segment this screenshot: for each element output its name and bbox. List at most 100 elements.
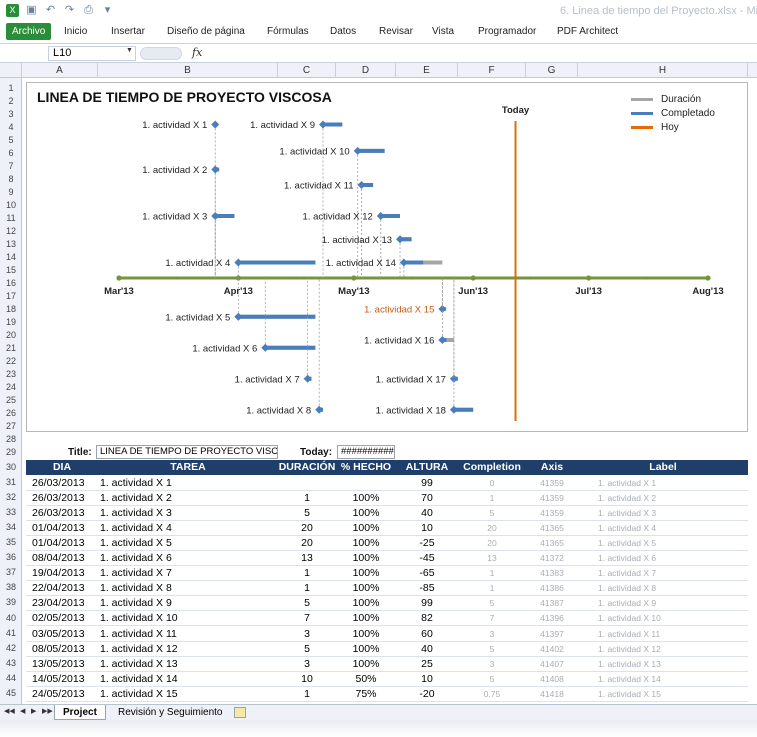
- row-header-24[interactable]: 24: [0, 382, 22, 395]
- tab-pdf-architect[interactable]: PDF Architect: [557, 26, 618, 37]
- cell-tarea[interactable]: 1. actividad X 6: [100, 551, 276, 566]
- row-header-21[interactable]: 21: [0, 343, 22, 356]
- tab-formulas[interactable]: Fórmulas: [267, 26, 309, 37]
- cell-dia[interactable]: 02/05/2013: [32, 611, 98, 626]
- row-header-12[interactable]: 12: [0, 226, 22, 239]
- tab-inicio[interactable]: Inicio: [64, 26, 87, 37]
- cell-dia[interactable]: 23/04/2013: [32, 596, 98, 611]
- tab-diseno-pagina[interactable]: Diseño de página: [167, 26, 245, 37]
- row-header-35[interactable]: 35: [0, 535, 22, 550]
- cell-duracion[interactable]: 5: [278, 596, 336, 611]
- cell-label[interactable]: 1. actividad X 9: [598, 596, 757, 611]
- column-header-f[interactable]: F: [458, 63, 526, 78]
- tab-programador[interactable]: Programador: [478, 26, 536, 37]
- cell-duracion[interactable]: 1: [278, 687, 336, 702]
- cell-tarea[interactable]: 1. actividad X 1: [100, 476, 276, 491]
- cell-label[interactable]: 1. actividad X 12: [598, 642, 757, 657]
- row-header-8[interactable]: 8: [0, 174, 22, 187]
- column-header-e[interactable]: E: [396, 63, 458, 78]
- cell-duracion[interactable]: 5: [278, 642, 336, 657]
- row-header-15[interactable]: 15: [0, 265, 22, 278]
- tab-vista[interactable]: Vista: [432, 26, 454, 37]
- row-header-36[interactable]: 36: [0, 550, 22, 565]
- cell-dia[interactable]: 19/04/2013: [32, 566, 98, 581]
- row-header-4[interactable]: 4: [0, 122, 22, 135]
- cell-completion[interactable]: 1: [458, 581, 526, 596]
- row-header-30[interactable]: 30: [0, 460, 22, 475]
- column-header-c[interactable]: C: [278, 63, 336, 78]
- cell-axis[interactable]: 41407: [526, 657, 578, 672]
- cell-duracion[interactable]: 13: [278, 551, 336, 566]
- formula-input[interactable]: [206, 46, 751, 61]
- header-hecho[interactable]: % HECHO: [336, 460, 396, 475]
- cell-duracion[interactable]: 3: [278, 627, 336, 642]
- cell-axis[interactable]: 41365: [526, 536, 578, 551]
- cell-completion[interactable]: 5: [458, 672, 526, 687]
- cell-tarea[interactable]: 1. actividad X 3: [100, 506, 276, 521]
- cell-axis[interactable]: 41402: [526, 642, 578, 657]
- cell-duracion[interactable]: 20: [278, 521, 336, 536]
- cell-hecho[interactable]: 100%: [336, 642, 396, 657]
- cell-label[interactable]: 1. actividad X 3: [598, 506, 757, 521]
- cell-duracion[interactable]: [278, 476, 336, 491]
- header-duracion[interactable]: DURACIÓN: [278, 460, 336, 475]
- sheet-tab-project[interactable]: Project: [54, 705, 106, 720]
- row-header-14[interactable]: 14: [0, 252, 22, 265]
- cell-axis[interactable]: 41359: [526, 476, 578, 491]
- cell-duracion[interactable]: 3: [278, 657, 336, 672]
- row-header-19[interactable]: 19: [0, 317, 22, 330]
- row-header-39[interactable]: 39: [0, 595, 22, 610]
- cell-axis[interactable]: 41397: [526, 627, 578, 642]
- cell-dia[interactable]: 26/03/2013: [32, 506, 98, 521]
- row-header-22[interactable]: 22: [0, 356, 22, 369]
- cell-label[interactable]: 1. actividad X 13: [598, 657, 757, 672]
- cell-label[interactable]: 1. actividad X 6: [598, 551, 757, 566]
- cell-dia[interactable]: 01/04/2013: [32, 536, 98, 551]
- cell-label[interactable]: 1. actividad X 1: [598, 476, 757, 491]
- row-header-20[interactable]: 20: [0, 330, 22, 343]
- header-axis[interactable]: Axis: [526, 460, 578, 475]
- cell-tarea[interactable]: 1. actividad X 15: [100, 687, 276, 702]
- cell-axis[interactable]: 41365: [526, 521, 578, 536]
- cell-axis[interactable]: 41418: [526, 687, 578, 702]
- cell-tarea[interactable]: 1. actividad X 5: [100, 536, 276, 551]
- cell-altura[interactable]: -45: [396, 551, 458, 566]
- cell-tarea[interactable]: 1. actividad X 8: [100, 581, 276, 596]
- name-box-dropdown-icon[interactable]: ▼: [126, 47, 133, 54]
- last-sheet-icon[interactable]: ▶▶: [42, 707, 53, 715]
- cell-tarea[interactable]: 1. actividad X 12: [100, 642, 276, 657]
- cell-tarea[interactable]: 1. actividad X 13: [100, 657, 276, 672]
- first-sheet-icon[interactable]: ◀◀: [4, 707, 15, 715]
- cell-tarea[interactable]: 1. actividad X 11: [100, 627, 276, 642]
- cell-dia[interactable]: 26/03/2013: [32, 491, 98, 506]
- row-header-16[interactable]: 16: [0, 278, 22, 291]
- cell-altura[interactable]: 10: [396, 521, 458, 536]
- row-header-11[interactable]: 11: [0, 213, 22, 226]
- cell-axis[interactable]: 41386: [526, 581, 578, 596]
- row-header-13[interactable]: 13: [0, 239, 22, 252]
- row-header-23[interactable]: 23: [0, 369, 22, 382]
- cell-completion[interactable]: 0.75: [458, 687, 526, 702]
- column-header-b[interactable]: B: [98, 63, 278, 78]
- cell-dia[interactable]: 01/04/2013: [32, 521, 98, 536]
- row-header-25[interactable]: 25: [0, 395, 22, 408]
- cell-hecho[interactable]: 100%: [336, 491, 396, 506]
- title-param-input[interactable]: LINEA DE TIEMPO DE PROYECTO VISCOSA: [96, 445, 278, 459]
- header-completion[interactable]: Completion: [458, 460, 526, 475]
- cell-dia[interactable]: 22/04/2013: [32, 581, 98, 596]
- cell-label[interactable]: 1. actividad X 10: [598, 611, 757, 626]
- cell-duracion[interactable]: 5: [278, 506, 336, 521]
- cell-tarea[interactable]: 1. actividad X 4: [100, 521, 276, 536]
- row-header-43[interactable]: 43: [0, 656, 22, 671]
- cell-hecho[interactable]: 100%: [336, 566, 396, 581]
- tab-datos[interactable]: Datos: [330, 26, 356, 37]
- row-header-33[interactable]: 33: [0, 505, 22, 520]
- row-header-10[interactable]: 10: [0, 200, 22, 213]
- cell-label[interactable]: 1. actividad X 15: [598, 687, 757, 702]
- cell-altura[interactable]: 40: [396, 506, 458, 521]
- cell-hecho[interactable]: [336, 476, 396, 491]
- row-header-6[interactable]: 6: [0, 148, 22, 161]
- cell-completion[interactable]: 20: [458, 536, 526, 551]
- select-all-corner[interactable]: [0, 63, 22, 78]
- cell-hecho[interactable]: 100%: [336, 611, 396, 626]
